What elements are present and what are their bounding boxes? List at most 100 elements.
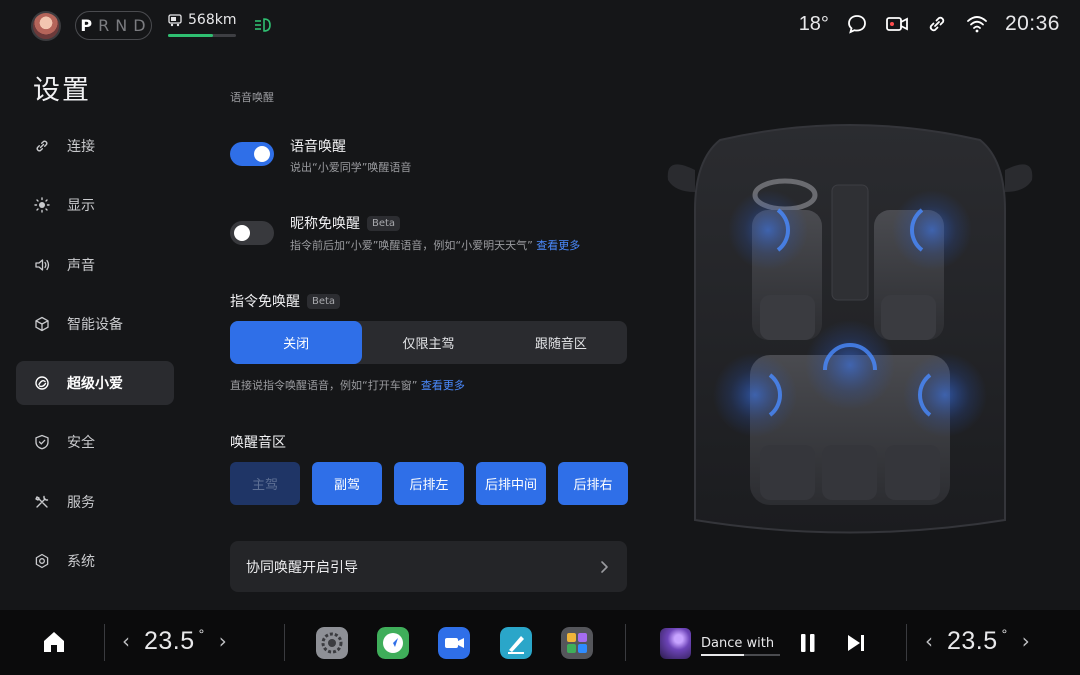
link-icon[interactable]: [925, 12, 949, 36]
cube-icon: [33, 315, 51, 333]
chevron-left-icon[interactable]: ‹: [925, 629, 933, 653]
command-wake-option-follow-zone[interactable]: 跟随音区: [495, 321, 627, 364]
right-temperature-value: 23.5: [947, 627, 998, 655]
command-wake-option-off[interactable]: 关闭: [230, 321, 363, 364]
nickname-wake-title: 昵称免唤醒 Beta: [290, 213, 401, 233]
next-track-icon[interactable]: [846, 634, 866, 652]
settings-icon: [33, 552, 51, 570]
range-value: 568km: [188, 12, 237, 28]
command-wake-title-text: 指令免唤醒: [230, 294, 300, 310]
album-art: [660, 628, 691, 659]
camera-icon[interactable]: [885, 12, 909, 36]
sidebar-item-connection[interactable]: 连接: [16, 124, 174, 168]
collab-wake-guide-label: 协同唤醒开启引导: [246, 559, 358, 576]
link-icon: [33, 137, 51, 155]
voice-wake-title: 语音唤醒: [290, 136, 346, 156]
dock-divider: [104, 624, 105, 661]
voice-wake-toggle[interactable]: [230, 142, 274, 166]
sidebar-item-security[interactable]: 安全: [16, 420, 174, 464]
range-bar: [168, 34, 236, 37]
range-indicator: 568km: [168, 12, 236, 28]
assistant-icon: [33, 374, 51, 392]
sidebar-item-sound[interactable]: 声音: [16, 243, 174, 287]
zone-rear-right-button[interactable]: 后排右: [558, 462, 628, 505]
status-right: 18° 20:36: [799, 12, 1060, 36]
zone-rear-middle-button[interactable]: 后排中间: [476, 462, 546, 505]
wifi-icon[interactable]: [965, 12, 989, 36]
sidebar-item-super-xiaoai[interactable]: 超级小爱: [16, 361, 174, 406]
wake-zone-title-text: 唤醒音区: [230, 435, 286, 451]
command-wake-desc: 直接说指令唤醒语音，例如“打开车窗” 查看更多: [230, 377, 465, 393]
notes-app-icon[interactable]: [500, 627, 532, 659]
toggle-knob: [234, 225, 250, 241]
chevron-left-icon[interactable]: ‹: [122, 629, 130, 653]
home-icon[interactable]: [41, 629, 67, 655]
gear-n: N: [115, 16, 129, 35]
command-wake-selector: 关闭 仅限主驾 跟随音区: [230, 321, 627, 364]
sidebar-item-display[interactable]: 显示: [16, 183, 174, 227]
chevron-right-icon[interactable]: ›: [1022, 629, 1030, 653]
sidebar: 连接 显示 声音 智能设备 超级小爱 安全 服务 系统: [16, 124, 174, 598]
zone-passenger-button[interactable]: 副驾: [312, 462, 382, 505]
sidebar-item-label: 系统: [67, 554, 95, 571]
settings-app-icon[interactable]: [316, 627, 348, 659]
chevron-right-icon[interactable]: ›: [219, 629, 227, 653]
page-title: 设置: [33, 75, 91, 106]
beta-badge: Beta: [367, 215, 401, 231]
range-bar-fill: [168, 34, 213, 37]
app-folder-icon[interactable]: [561, 627, 593, 659]
command-wake-option-driver-only[interactable]: 仅限主驾: [362, 321, 494, 364]
section-label: 语音唤醒: [230, 91, 274, 104]
pause-icon[interactable]: [799, 633, 817, 653]
media-title: Dance with: [701, 636, 775, 651]
learn-more-link[interactable]: 查看更多: [536, 239, 580, 252]
voice-wake-desc: 说出“小爱同学”唤醒语音: [290, 161, 412, 174]
zone-rear-left-button[interactable]: 后排左: [394, 462, 464, 505]
chevron-right-icon: [601, 560, 608, 573]
left-climate-control: ‹ 23.5 ° ›: [122, 626, 227, 656]
nickname-wake-desc-text: 指令前后加“小爱”唤醒语音，例如“小爱明天天气”: [290, 239, 533, 252]
gear-indicator: P R N D: [75, 11, 152, 40]
media-progress-bar[interactable]: [701, 654, 780, 656]
nickname-wake-toggle[interactable]: [230, 221, 274, 245]
outside-temperature: 18°: [798, 12, 829, 35]
chat-icon[interactable]: [845, 12, 869, 36]
gear-d: D: [133, 16, 147, 35]
nickname-wake-title-text: 昵称免唤醒: [290, 216, 360, 232]
sidebar-item-label: 服务: [67, 494, 95, 511]
wake-zone-buttons: 主驾 副驾 后排左 后排中间 后排右: [230, 462, 628, 505]
left-temperature-value: 23.5: [144, 627, 195, 655]
dock-divider: [906, 624, 907, 661]
gear-p: P: [80, 16, 94, 35]
sidebar-item-label: 超级小爱: [67, 376, 123, 393]
right-climate-control: ‹ 23.5 ° ›: [925, 626, 1030, 656]
command-wake-desc-text: 直接说指令唤醒语音，例如“打开车窗”: [230, 379, 418, 392]
car-interior-illustration: [667, 124, 1033, 534]
learn-more-link[interactable]: 查看更多: [421, 379, 465, 392]
sidebar-item-system[interactable]: 系统: [16, 539, 174, 583]
sidebar-item-label: 声音: [67, 257, 95, 274]
brightness-icon: [33, 196, 51, 214]
sidebar-item-smart-devices[interactable]: 智能设备: [16, 302, 174, 346]
clock: 20:36: [1004, 12, 1060, 35]
sidebar-item-services[interactable]: 服务: [16, 480, 174, 524]
shield-icon: [33, 433, 51, 451]
video-call-app-icon[interactable]: [438, 627, 470, 659]
dock-divider: [284, 624, 285, 661]
wake-zone-title: 唤醒音区: [230, 432, 286, 452]
voice-wake-title-text: 语音唤醒: [290, 139, 346, 155]
beta-badge: Beta: [307, 293, 341, 309]
maps-app-icon[interactable]: [377, 627, 409, 659]
degree-symbol: °: [198, 626, 205, 642]
nickname-wake-desc: 指令前后加“小爱”唤醒语音，例如“小爱明天天气” 查看更多: [290, 237, 580, 253]
tools-icon: [33, 493, 51, 511]
collab-wake-guide-row[interactable]: 协同唤醒开启引导: [230, 541, 627, 592]
sidebar-item-label: 智能设备: [67, 316, 123, 333]
media-progress-fill: [701, 654, 745, 656]
zone-driver-button[interactable]: 主驾: [230, 462, 300, 505]
gear-r: R: [98, 16, 111, 35]
user-avatar[interactable]: [31, 11, 61, 41]
speaker-icon: [33, 256, 51, 274]
bottom-dock: ‹ 23.5 ° › Dance with ‹ 23.5 ° ›: [0, 610, 1080, 675]
status-bar: P R N D 568km 18° 20:36: [0, 0, 1080, 52]
